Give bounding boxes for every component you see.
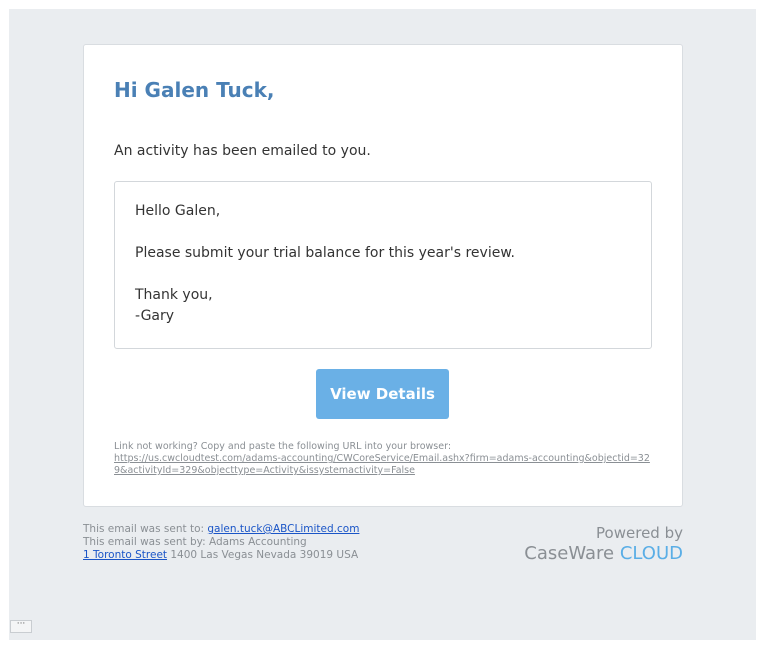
link-help-text: Link not working? Copy and paste the fol… <box>114 441 452 452</box>
brand-name: CaseWare <box>524 543 615 564</box>
address-street-link[interactable]: 1 Toronto Street <box>83 549 167 561</box>
footer-info: This email was sent to: galen.tuck@ABCLi… <box>83 523 359 562</box>
powered-by-text: Powered by <box>596 524 683 542</box>
view-details-button[interactable]: View Details <box>316 369 449 419</box>
footer-sent-by: This email was sent by: Adams Accounting <box>83 536 307 548</box>
powered-by-logo: Powered by CaseWare CLOUD <box>524 524 683 565</box>
message-body: Please submit your trial balance for thi… <box>135 245 515 261</box>
email-card: Hi Galen Tuck, An activity has been emai… <box>83 44 683 507</box>
email-background: Hi Galen Tuck, An activity has been emai… <box>9 9 756 640</box>
message-box: Hello Galen, Please submit your trial ba… <box>114 181 652 349</box>
message-signature: -Gary <box>135 308 175 324</box>
activity-url-link[interactable]: https://us.cwcloudtest.com/adams-account… <box>114 453 650 476</box>
more-options-button[interactable]: ··· <box>10 620 32 633</box>
sent-to-label: This email was sent to: <box>83 523 205 535</box>
recipient-email-link[interactable]: galen.tuck@ABCLimited.com <box>207 523 359 535</box>
brand-cloud: CLOUD <box>619 543 683 564</box>
brand-logo: CaseWare CLOUD <box>524 543 683 565</box>
message-closing: Thank you, <box>135 287 213 303</box>
footer-address: 1 Toronto Street 1400 Las Vegas Nevada 3… <box>83 549 359 562</box>
footer-sent-to: This email was sent to: galen.tuck@ABCLi… <box>83 523 359 536</box>
address-rest: 1400 Las Vegas Nevada 39019 USA <box>170 549 359 561</box>
message-salutation: Hello Galen, <box>135 203 221 219</box>
link-help: Link not working? Copy and paste the fol… <box>114 441 654 477</box>
intro-text: An activity has been emailed to you. <box>114 143 371 159</box>
greeting-heading: Hi Galen Tuck, <box>114 78 275 102</box>
